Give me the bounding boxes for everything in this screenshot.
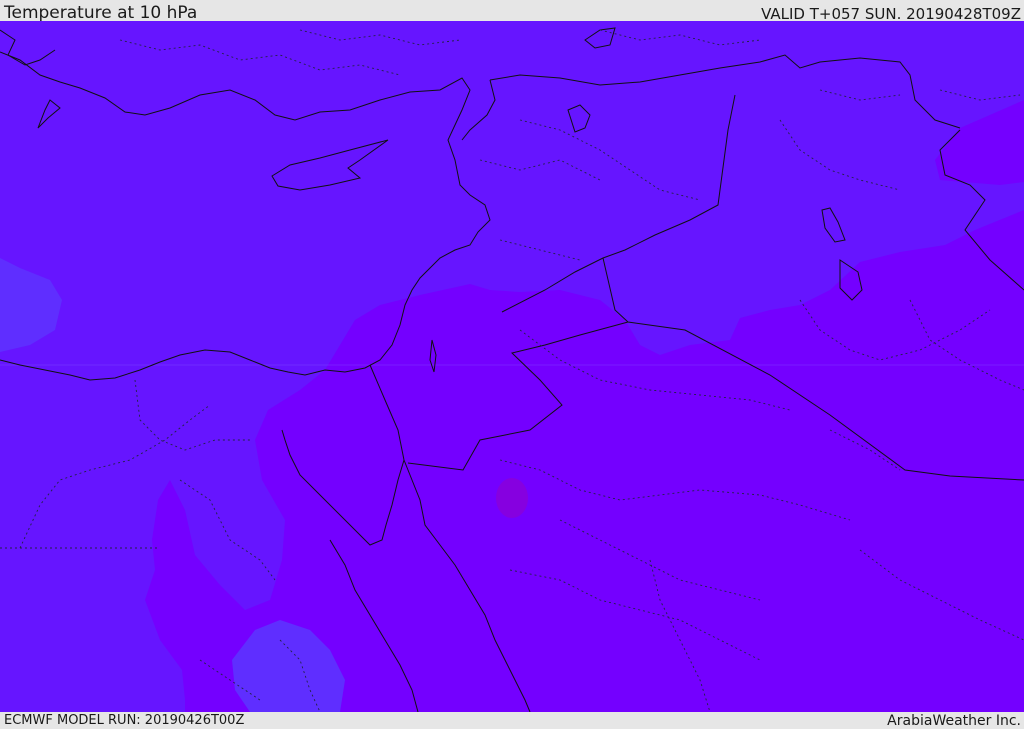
brand-credit: ArabiaWeather Inc. <box>887 713 1021 729</box>
temperature-warm-spot <box>496 478 528 518</box>
weather-map <box>0 21 1024 712</box>
header-bar: Temperature at 10 hPa VALID T+057 SUN. 2… <box>0 0 1024 23</box>
map-title: Temperature at 10 hPa <box>4 3 198 23</box>
model-run: ECMWF MODEL RUN: 20190426T00Z <box>4 713 245 728</box>
footer-bar: ECMWF MODEL RUN: 20190426T00Z ArabiaWeat… <box>0 712 1024 729</box>
